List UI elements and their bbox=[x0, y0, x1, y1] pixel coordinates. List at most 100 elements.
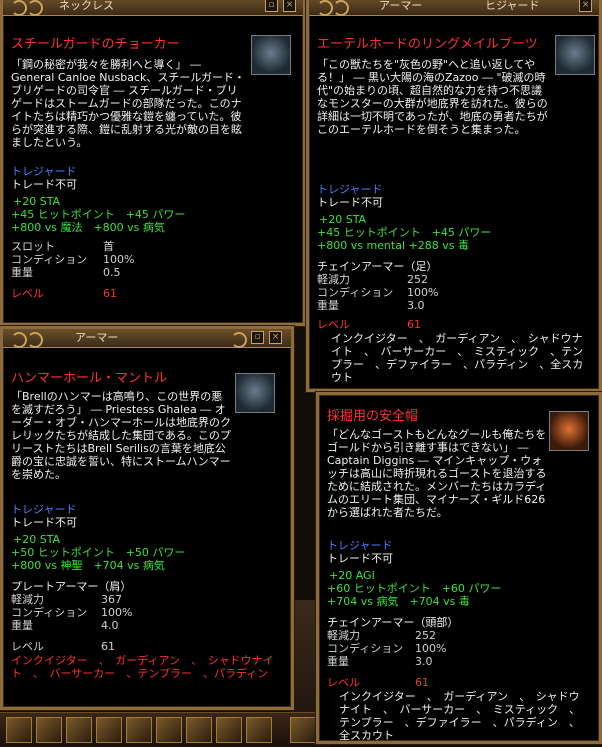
stat-line: +800 vs 神聖 +704 vs 病気 bbox=[11, 559, 165, 572]
property-value: 100% bbox=[103, 253, 135, 266]
item-stats-block: トレジャード トレード不可 +20 STA +45 ヒットポイント +45 パワ… bbox=[11, 165, 295, 301]
property-value: 首 bbox=[103, 240, 114, 253]
item-details: エーテルホードのリングメイルブーツ 「この獣たちを"灰色の野"へと追い返してやる… bbox=[317, 37, 551, 136]
armor-type: プレートアーマー（肩） bbox=[11, 580, 132, 593]
item-description: 「どんなゴーストもどんなグールも俺たちをゴールドから引き離す事はできない」 ― … bbox=[327, 428, 547, 519]
hotbar-slot[interactable] bbox=[186, 717, 212, 743]
level-value: 61 bbox=[101, 640, 115, 653]
item-stats-block: トレジャード トレード不可 +20 STA +45 ヒットポイント +45 パワ… bbox=[317, 183, 587, 384]
hotbar-slot[interactable] bbox=[126, 717, 152, 743]
property-value: 252 bbox=[407, 273, 428, 286]
item-details: ハンマーホール・マントル 「Brellのハンマーは高鳴り、この世界の悪を滅すだろ… bbox=[11, 371, 231, 481]
property-value: 4.0 bbox=[101, 619, 119, 632]
property-label: 軽減力 bbox=[327, 629, 360, 642]
hotbar-slot[interactable] bbox=[246, 717, 272, 743]
property-value: 100% bbox=[101, 606, 133, 619]
window-title: ネックレス bbox=[59, 0, 114, 12]
no-trade-label: トレード不可 bbox=[11, 516, 77, 529]
stat-line: +20 STA bbox=[13, 533, 61, 546]
property-label: 重量 bbox=[327, 655, 349, 668]
hotbar bbox=[0, 712, 330, 747]
boots-icon bbox=[555, 35, 595, 75]
close-button[interactable]: × bbox=[283, 0, 296, 12]
swirl-ornament-icon bbox=[11, 332, 27, 348]
stat-line: +20 STA bbox=[13, 195, 61, 208]
property-label: 重量 bbox=[317, 299, 339, 312]
level-label: レベル bbox=[317, 318, 350, 331]
property-value: 100% bbox=[407, 286, 439, 299]
item-name: スチールガードのチョーカー bbox=[11, 37, 180, 52]
tradeskill-header: トレジャード bbox=[11, 165, 77, 178]
window-restore-button[interactable]: ▫ bbox=[265, 0, 278, 12]
stat-line: +800 vs 魔法 +800 vs 病気 bbox=[11, 221, 165, 234]
tradeskill-header: トレジャード bbox=[317, 183, 383, 196]
property-label: 重量 bbox=[11, 619, 33, 632]
window-titlebar[interactable]: アーマー ヒジャード × bbox=[309, 0, 599, 16]
stat-line: +60 ヒットポイント +60 パワー bbox=[327, 582, 502, 595]
window-restore-button[interactable]: ▫ bbox=[251, 331, 264, 344]
item-stats-block: トレジャード トレード不可 +20 STA +50 ヒットポイント +50 パワ… bbox=[11, 503, 279, 680]
hotbar-slot[interactable] bbox=[216, 717, 242, 743]
property-value: 3.0 bbox=[415, 655, 433, 668]
property-label: スロット bbox=[11, 240, 55, 253]
stat-line: +800 vs mental +288 vs 毒 bbox=[317, 239, 469, 252]
hotbar-slot[interactable] bbox=[6, 717, 32, 743]
level-label: レベル bbox=[327, 676, 360, 689]
hotbar-slot[interactable] bbox=[290, 717, 316, 743]
window-titlebar[interactable]: ネックレス ▫ × bbox=[3, 0, 303, 16]
class-list: インクイジター 、 ガーディアン 、 シャドウナイト 、 バーサーカー 、テンプ… bbox=[11, 654, 274, 680]
class-list: インクイジター 、 ガーディアン 、 シャドウナイト 、 バーサーカー 、 ミス… bbox=[331, 332, 584, 384]
property-value: 367 bbox=[101, 593, 122, 606]
stat-line: +50 ヒットポイント +50 パワー bbox=[11, 546, 186, 559]
property-value: 100% bbox=[415, 642, 447, 655]
item-window-choker[interactable]: ネックレス ▫ × スチールガードのチョーカー 「鋼の秘密が我々を勝利へと導く」… bbox=[0, 0, 306, 326]
item-description: 「この獣たちを"灰色の野"へと追い返してやる！」 ― 黒い大陽の海のZazoo … bbox=[317, 58, 548, 136]
property-value: 252 bbox=[415, 629, 436, 642]
window-titlebar[interactable]: アーマー ▫ × bbox=[3, 329, 291, 348]
armor-type: チェインアーマー（頭部） bbox=[327, 616, 459, 629]
level-label: レベル bbox=[11, 287, 44, 300]
mantle-icon bbox=[235, 373, 275, 413]
no-trade-label: トレード不可 bbox=[317, 196, 383, 209]
armor-type: チェインアーマー（足） bbox=[317, 260, 438, 273]
item-details: 採掘用の安全帽 「どんなゴーストもどんなグールも俺たちをゴールドから引き離す事は… bbox=[327, 409, 547, 519]
item-window-mantle[interactable]: アーマー ▫ × ハンマーホール・マントル 「Brellのハンマーは高鳴り、この… bbox=[0, 326, 294, 710]
tradeskill-header: トレジャード bbox=[327, 539, 393, 552]
hotbar-slot[interactable] bbox=[36, 717, 62, 743]
swirl-ornament-icon bbox=[231, 332, 247, 348]
stat-line: +20 STA bbox=[319, 213, 367, 226]
item-window-helm[interactable]: 採掘用の安全帽 「どんなゴーストもどんなグールも俺たちをゴールドから引き離す事は… bbox=[316, 392, 602, 744]
item-description: 「Brellのハンマーは高鳴り、この世界の悪を滅すだろう」 ― Priestes… bbox=[11, 390, 231, 481]
close-button[interactable]: × bbox=[579, 0, 592, 12]
item-name: エーテルホードのリングメイルブーツ bbox=[317, 37, 538, 52]
level-value: 61 bbox=[407, 318, 421, 331]
property-label: 重量 bbox=[11, 266, 33, 279]
item-details: スチールガードのチョーカー 「鋼の秘密が我々を勝利へと導く」 ― General… bbox=[11, 37, 247, 149]
swirl-ornament-icon bbox=[317, 0, 333, 16]
hotbar-slot[interactable] bbox=[96, 717, 122, 743]
swirl-ornament-icon bbox=[11, 0, 27, 16]
property-label: 軽減力 bbox=[11, 593, 44, 606]
hotbar-slot[interactable] bbox=[66, 717, 92, 743]
choker-icon bbox=[251, 35, 291, 75]
item-name: 採掘用の安全帽 bbox=[327, 409, 419, 424]
stat-line: +45 ヒットポイント +45 パワー bbox=[317, 226, 492, 239]
level-label: レベル bbox=[11, 640, 44, 653]
stat-line: +704 vs 病気 +704 vs 毒 bbox=[327, 595, 470, 608]
stat-line: +45 ヒットポイント +45 パワー bbox=[11, 208, 186, 221]
item-name: ハンマーホール・マントル bbox=[11, 371, 168, 386]
no-trade-label: トレード不可 bbox=[11, 178, 77, 191]
close-button[interactable]: × bbox=[269, 331, 282, 344]
stat-line: +20 AGI bbox=[329, 569, 375, 582]
property-label: コンディション bbox=[317, 286, 394, 299]
swirl-ornament-icon bbox=[27, 332, 43, 348]
property-label: コンディション bbox=[11, 253, 88, 266]
window-title: アーマー bbox=[379, 0, 423, 12]
window-title-secondary: ヒジャード bbox=[485, 0, 540, 12]
property-value: 3.0 bbox=[407, 299, 425, 312]
item-window-boots[interactable]: アーマー ヒジャード × エーテルホードのリングメイルブーツ 「この獣たちを"灰… bbox=[306, 0, 602, 392]
level-value: 61 bbox=[415, 676, 429, 689]
swirl-ornament-icon bbox=[27, 0, 43, 16]
item-description: 「鋼の秘密が我々を勝利へと導く」 ― General Canloe Nusbac… bbox=[11, 58, 246, 149]
hotbar-slot[interactable] bbox=[156, 717, 182, 743]
